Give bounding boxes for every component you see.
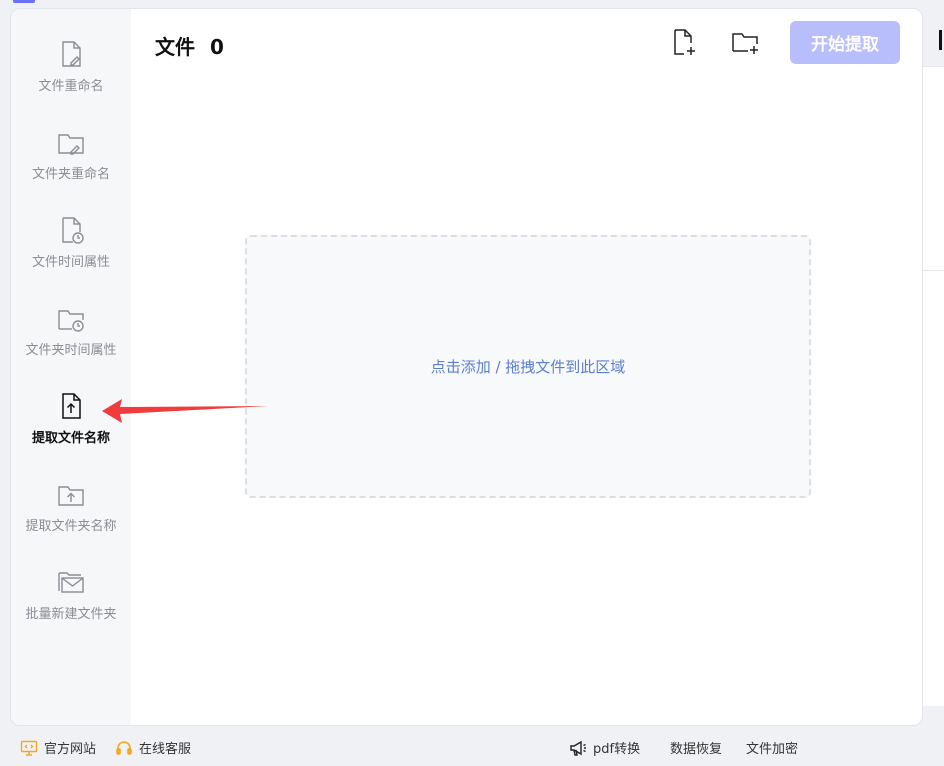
file-encrypt-label: 文件加密 xyxy=(746,742,799,757)
pdf-convert-label: pdf转换 xyxy=(593,742,641,757)
start-extract-button[interactable]: 开始提取 xyxy=(790,21,900,64)
adjacent-panel xyxy=(923,66,944,706)
sidebar-item-batch-create-folders[interactable]: 批量新建文件夹 xyxy=(11,567,131,647)
online-support-label: 在线客服 xyxy=(139,742,192,757)
headset-icon xyxy=(116,740,132,755)
sidebar-item-label: 批量新建文件夹 xyxy=(25,607,117,622)
red-pointer-arrow-icon xyxy=(102,399,268,423)
file-upload-icon xyxy=(56,391,86,421)
folder-edit-icon xyxy=(56,127,86,157)
sidebar-item-label: 文件重命名 xyxy=(38,79,104,94)
sidebar-item-label: 文件夹重命名 xyxy=(31,167,110,182)
folder-plus-icon xyxy=(732,33,758,54)
window-accent xyxy=(13,0,35,3)
file-plus-icon xyxy=(674,29,695,55)
data-recovery-link[interactable]: 数据恢复 xyxy=(670,738,722,757)
pdf-convert-link[interactable]: pdf转换 xyxy=(569,738,640,757)
main-panel: 文件 0 开始提取 点击添加 / 拖拽文件到此区域 xyxy=(131,9,922,725)
sidebar-item-label: 提取文件名称 xyxy=(31,431,110,446)
dropzone-text: 点击添加 / 拖拽文件到此区域 xyxy=(430,358,626,376)
sidebar-item-label: 提取文件夹名称 xyxy=(25,519,117,534)
sidebar-item-folder-time[interactable]: 文件夹时间属性 xyxy=(11,303,131,383)
megaphone-icon xyxy=(570,740,586,756)
file-edit-icon xyxy=(56,39,86,69)
title-prefix: 文件 xyxy=(155,35,195,59)
official-website-label: 官方网站 xyxy=(44,742,97,757)
adjacent-divider xyxy=(923,270,944,271)
file-count: 0 xyxy=(209,35,224,59)
folder-mail-icon xyxy=(56,567,86,597)
file-clock-icon xyxy=(56,215,86,245)
monitor-icon xyxy=(20,740,38,756)
official-website-link[interactable]: 官方网站 xyxy=(20,738,96,757)
folder-upload-icon xyxy=(56,479,86,509)
online-support-link[interactable]: 在线客服 xyxy=(115,738,191,757)
file-encrypt-link[interactable]: 文件加密 xyxy=(746,738,798,757)
sidebar-item-label: 文件时间属性 xyxy=(31,255,110,270)
adjacent-window-glyph xyxy=(939,30,944,50)
data-recovery-label: 数据恢复 xyxy=(670,742,723,757)
sidebar: 文件重命名 文件夹重命名 文件时间属性 文件夹时间属性 提取文件名称 提取文件夹… xyxy=(11,9,131,725)
add-file-button[interactable] xyxy=(667,27,697,57)
add-folder-button[interactable] xyxy=(730,27,760,57)
sidebar-item-extract-folder-names[interactable]: 提取文件夹名称 xyxy=(11,479,131,559)
sidebar-item-label: 文件夹时间属性 xyxy=(25,343,117,358)
sidebar-item-file-rename[interactable]: 文件重命名 xyxy=(11,39,131,119)
sidebar-item-folder-rename[interactable]: 文件夹重命名 xyxy=(11,127,131,207)
app-window: 文件重命名 文件夹重命名 文件时间属性 文件夹时间属性 提取文件名称 提取文件夹… xyxy=(10,8,923,726)
footer-bar: 官方网站 在线客服 pdf转换 数据恢复 文件加密 xyxy=(0,728,944,766)
adjacent-window-edge xyxy=(923,0,944,766)
folder-clock-icon xyxy=(56,303,86,333)
file-dropzone[interactable]: 点击添加 / 拖拽文件到此区域 xyxy=(245,235,811,498)
page-title: 文件 0 xyxy=(155,31,224,60)
sidebar-item-file-time[interactable]: 文件时间属性 xyxy=(11,215,131,295)
